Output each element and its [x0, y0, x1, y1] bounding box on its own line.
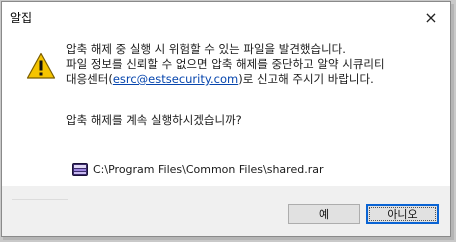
- alert-dialog: 알집 × 압축 해제 중 실행 시 위험할 수 있는 파일을 발견했습니다. 파…: [1, 1, 451, 237]
- file-path: C:\Program Files\Common Files\shared.rar: [93, 163, 324, 176]
- confirm-question: 압축 해제를 계속 실행하시겠습니까?: [66, 113, 242, 127]
- email-link[interactable]: esrc@estsecurity.com: [113, 72, 238, 86]
- close-button[interactable]: ×: [414, 4, 448, 30]
- button-bar: 예 아니오: [2, 186, 450, 236]
- footer-divider: [12, 199, 68, 200]
- message-line-3-suffix: )로 신고해 주시기 바랍니다.: [238, 72, 374, 86]
- warning-icon: [26, 52, 56, 79]
- message-line-3-prefix: 대응센터(: [66, 72, 113, 86]
- yes-button[interactable]: 예: [288, 204, 360, 224]
- no-button[interactable]: 아니오: [366, 204, 439, 224]
- rar-archive-icon: [72, 163, 88, 176]
- window-title: 알집: [10, 11, 33, 25]
- title-bar[interactable]: 알집 ×: [2, 2, 450, 32]
- dialog-content: 압축 해제 중 실행 시 위험할 수 있는 파일을 발견했습니다. 파일 정보를…: [2, 32, 450, 186]
- message-line-2: 파일 정보를 신뢰할 수 없으면 압축 해제를 중단하고 알약 시큐리티: [66, 57, 385, 71]
- message-line-3: 대응센터(esrc@estsecurity.com)로 신고해 주시기 바랍니다…: [66, 72, 438, 87]
- close-icon: ×: [424, 7, 438, 27]
- warning-message: 압축 해제 중 실행 시 위험할 수 있는 파일을 발견했습니다. 파일 정보를…: [66, 42, 438, 87]
- file-entry: C:\Program Files\Common Files\shared.rar: [72, 163, 323, 176]
- no-button-label: 아니오: [369, 207, 436, 221]
- message-line-1: 압축 해제 중 실행 시 위험할 수 있는 파일을 발견했습니다.: [66, 42, 346, 56]
